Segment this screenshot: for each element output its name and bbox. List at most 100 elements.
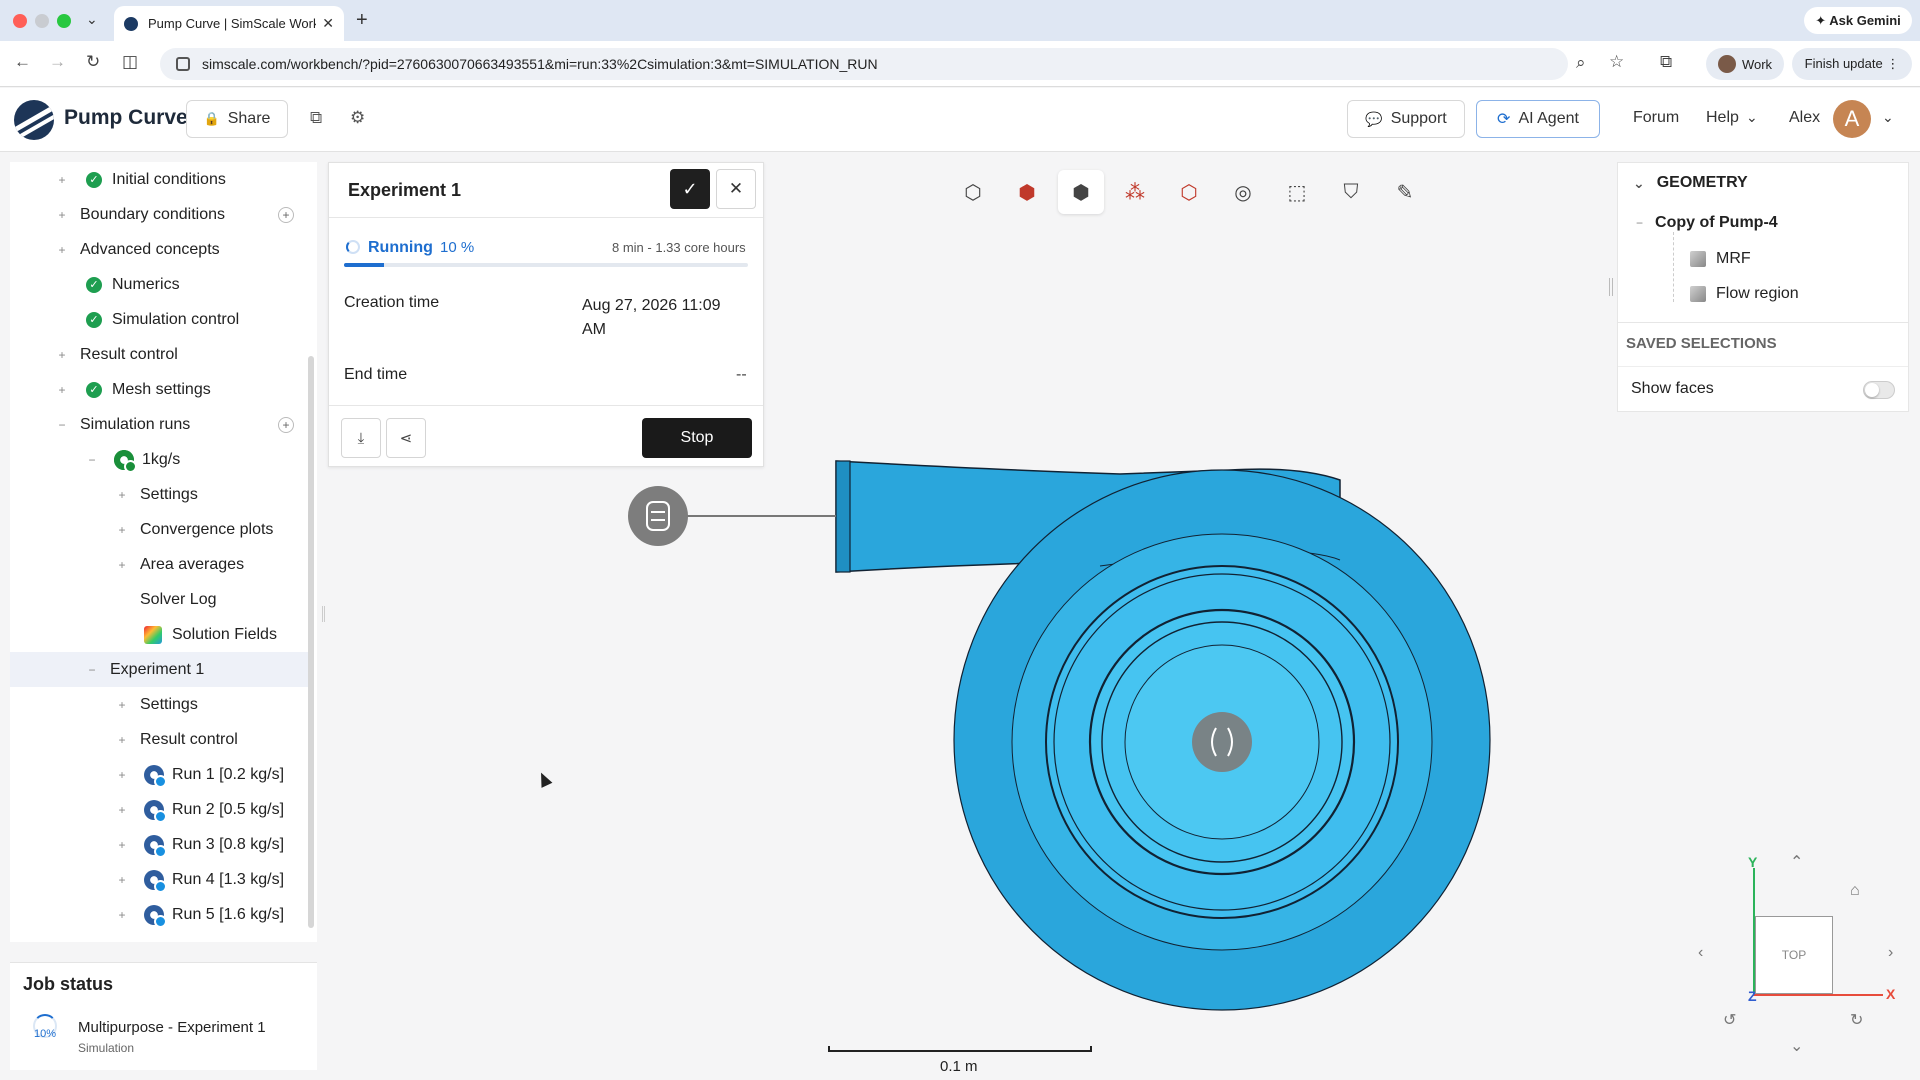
finish-update-button[interactable]: Finish update ⋮ [1792,48,1912,80]
collapse-icon[interactable]: − [86,453,98,467]
tree-item-solver-log[interactable]: Solver Log [10,582,308,617]
forward-icon[interactable]: → [49,52,66,72]
zoom-icon[interactable]: ⌕ [1576,53,1586,73]
geometry-header[interactable]: ⌄ GEOMETRY [1633,174,1748,192]
tree-item-boundary-conditions[interactable]: + Boundary conditions + [10,197,308,232]
expand-icon[interactable]: + [56,173,68,187]
rotate-left-icon[interactable]: ‹ [1698,944,1703,962]
pump-model-viewport[interactable] [620,440,1520,1020]
roll-left-icon[interactable]: ↺ [1723,1010,1736,1030]
roll-right-icon[interactable]: ↻ [1850,1010,1863,1030]
maximize-window-button[interactable] [57,14,71,28]
bookmark-star-icon[interactable]: ☆ [1609,52,1624,72]
project-settings-icon[interactable]: ⚙ [350,108,365,128]
expand-icon[interactable]: + [116,908,128,922]
tree-item-run-5[interactable]: + Run 5 [1.6 kg/s] [10,897,308,932]
tree-item-advanced-concepts[interactable]: + Advanced concepts [10,232,308,267]
rotate-up-icon[interactable]: ⌃ [1790,852,1803,872]
show-faces-toggle[interactable] [1863,381,1895,399]
saved-selections-header[interactable]: SAVED SELECTIONS [1626,335,1777,352]
measure-tool-icon[interactable]: ✎ [1382,170,1428,214]
section-view-icon[interactable]: ⛉ [1328,170,1374,214]
rotate-right-icon[interactable]: › [1888,944,1893,962]
collapse-chevron-icon[interactable]: ⌄ [1633,175,1645,192]
site-info-icon[interactable] [176,57,190,71]
expand-icon[interactable]: + [116,768,128,782]
tab-close-icon[interactable]: ✕ [322,15,334,32]
view-surface-edges-icon[interactable]: ⬢ [1058,170,1104,214]
simscale-logo[interactable] [14,100,54,140]
expand-icon[interactable]: + [116,803,128,817]
tree-item-simulation-runs[interactable]: − Simulation runs + [10,407,308,442]
tree-item-experiment-settings[interactable]: + Settings [10,687,308,722]
view-points-icon[interactable]: ⁂ [1112,170,1158,214]
help-chevron-icon[interactable]: ⌄ [1746,109,1758,126]
home-view-icon[interactable]: ⌂ [1850,882,1860,900]
expand-icon[interactable]: + [116,838,128,852]
expand-icon[interactable]: + [116,488,128,502]
tree-item-run-1kgs[interactable]: − 1kg/s [10,442,308,477]
browser-tab-active[interactable]: Pump Curve | SimScale Workb ✕ [114,6,344,41]
tree-item-initial-conditions[interactable]: + ✓ Initial conditions [10,162,308,197]
job-name[interactable]: Multipurpose - Experiment 1 [78,1019,266,1036]
tree-item-experiment-1[interactable]: − Experiment 1 [10,652,308,687]
box-select-icon[interactable]: ⬚ [1274,170,1320,214]
tree-item-experiment-result-control[interactable]: + Result control [10,722,308,757]
ai-agent-button[interactable]: ⟳ AI Agent [1476,100,1600,138]
forum-link[interactable]: Forum [1633,109,1679,127]
share-run-button[interactable]: ⋖ [386,418,426,458]
collapse-icon[interactable]: − [86,663,98,677]
tree-scrollbar[interactable] [308,356,314,928]
back-icon[interactable]: ← [14,52,31,72]
tree-item-convergence-plots[interactable]: + Convergence plots [10,512,308,547]
tree-item-settings[interactable]: + Settings [10,477,308,512]
split-view-icon[interactable]: ◫ [122,52,138,72]
profile-button[interactable]: Work [1706,48,1784,80]
tree-item-mesh-settings[interactable]: + ✓ Mesh settings [10,372,308,407]
support-button[interactable]: 💬 Support [1347,100,1465,138]
expand-icon[interactable]: + [116,558,128,572]
close-window-button[interactable] [13,14,27,28]
geometry-item-mrf[interactable]: MRF [1690,250,1751,268]
expand-icon[interactable]: + [116,873,128,887]
collapse-icon[interactable]: − [56,418,68,432]
extensions-icon[interactable]: ⧉ [1660,52,1672,72]
expand-icon[interactable]: + [56,383,68,397]
tree-item-simulation-control[interactable]: ✓ Simulation control [10,302,308,337]
view-wireframe-icon[interactable]: ⬡ [1166,170,1212,214]
geometry-parent-item[interactable]: − Copy of Pump-4 [1636,214,1778,232]
expand-icon[interactable]: + [56,243,68,257]
tree-item-run-3[interactable]: + Run 3 [0.8 kg/s] [10,827,308,862]
tree-item-result-control[interactable]: + Result control [10,337,308,372]
download-button[interactable]: ⤓ [341,418,381,458]
geometry-item-flow-region[interactable]: Flow region [1690,285,1799,303]
tree-item-numerics[interactable]: ✓ Numerics [10,267,308,302]
expand-icon[interactable]: + [116,523,128,537]
navigation-cube[interactable]: TOP [1755,916,1833,994]
expand-icon[interactable]: + [56,348,68,362]
collapse-icon[interactable]: − [1636,216,1643,230]
close-card-button[interactable]: ✕ [716,169,756,209]
expand-icon[interactable]: + [116,733,128,747]
user-menu-chevron-icon[interactable]: ⌄ [1882,109,1894,126]
tree-resize-handle[interactable] [322,606,325,622]
outlet-marker-icon[interactable] [628,486,688,546]
tree-item-run-4[interactable]: + Run 4 [1.3 kg/s] [10,862,308,897]
minimize-window-button[interactable] [35,14,49,28]
tree-item-run-1[interactable]: + Run 1 [0.2 kg/s] [10,757,308,792]
expand-icon[interactable]: + [116,698,128,712]
user-avatar[interactable]: A [1833,100,1871,138]
view-surface-icon[interactable]: ⬢ [1004,170,1050,214]
new-tab-button[interactable]: + [356,9,368,32]
tree-item-solution-fields[interactable]: Solution Fields [10,617,308,652]
help-menu[interactable]: Help [1706,109,1739,127]
reload-icon[interactable]: ↻ [86,52,100,72]
view-solid-icon[interactable]: ⬡ [950,170,996,214]
rotate-down-icon[interactable]: ⌄ [1790,1036,1803,1056]
tree-item-area-averages[interactable]: + Area averages [10,547,308,582]
add-boundary-condition-icon[interactable]: + [278,206,294,223]
rotation-zone-marker-icon[interactable] [1192,712,1252,772]
share-button[interactable]: 🔒 Share [186,100,288,138]
copy-project-icon[interactable]: ⧉ [310,108,322,128]
panel-resize-handle[interactable] [1609,278,1613,296]
